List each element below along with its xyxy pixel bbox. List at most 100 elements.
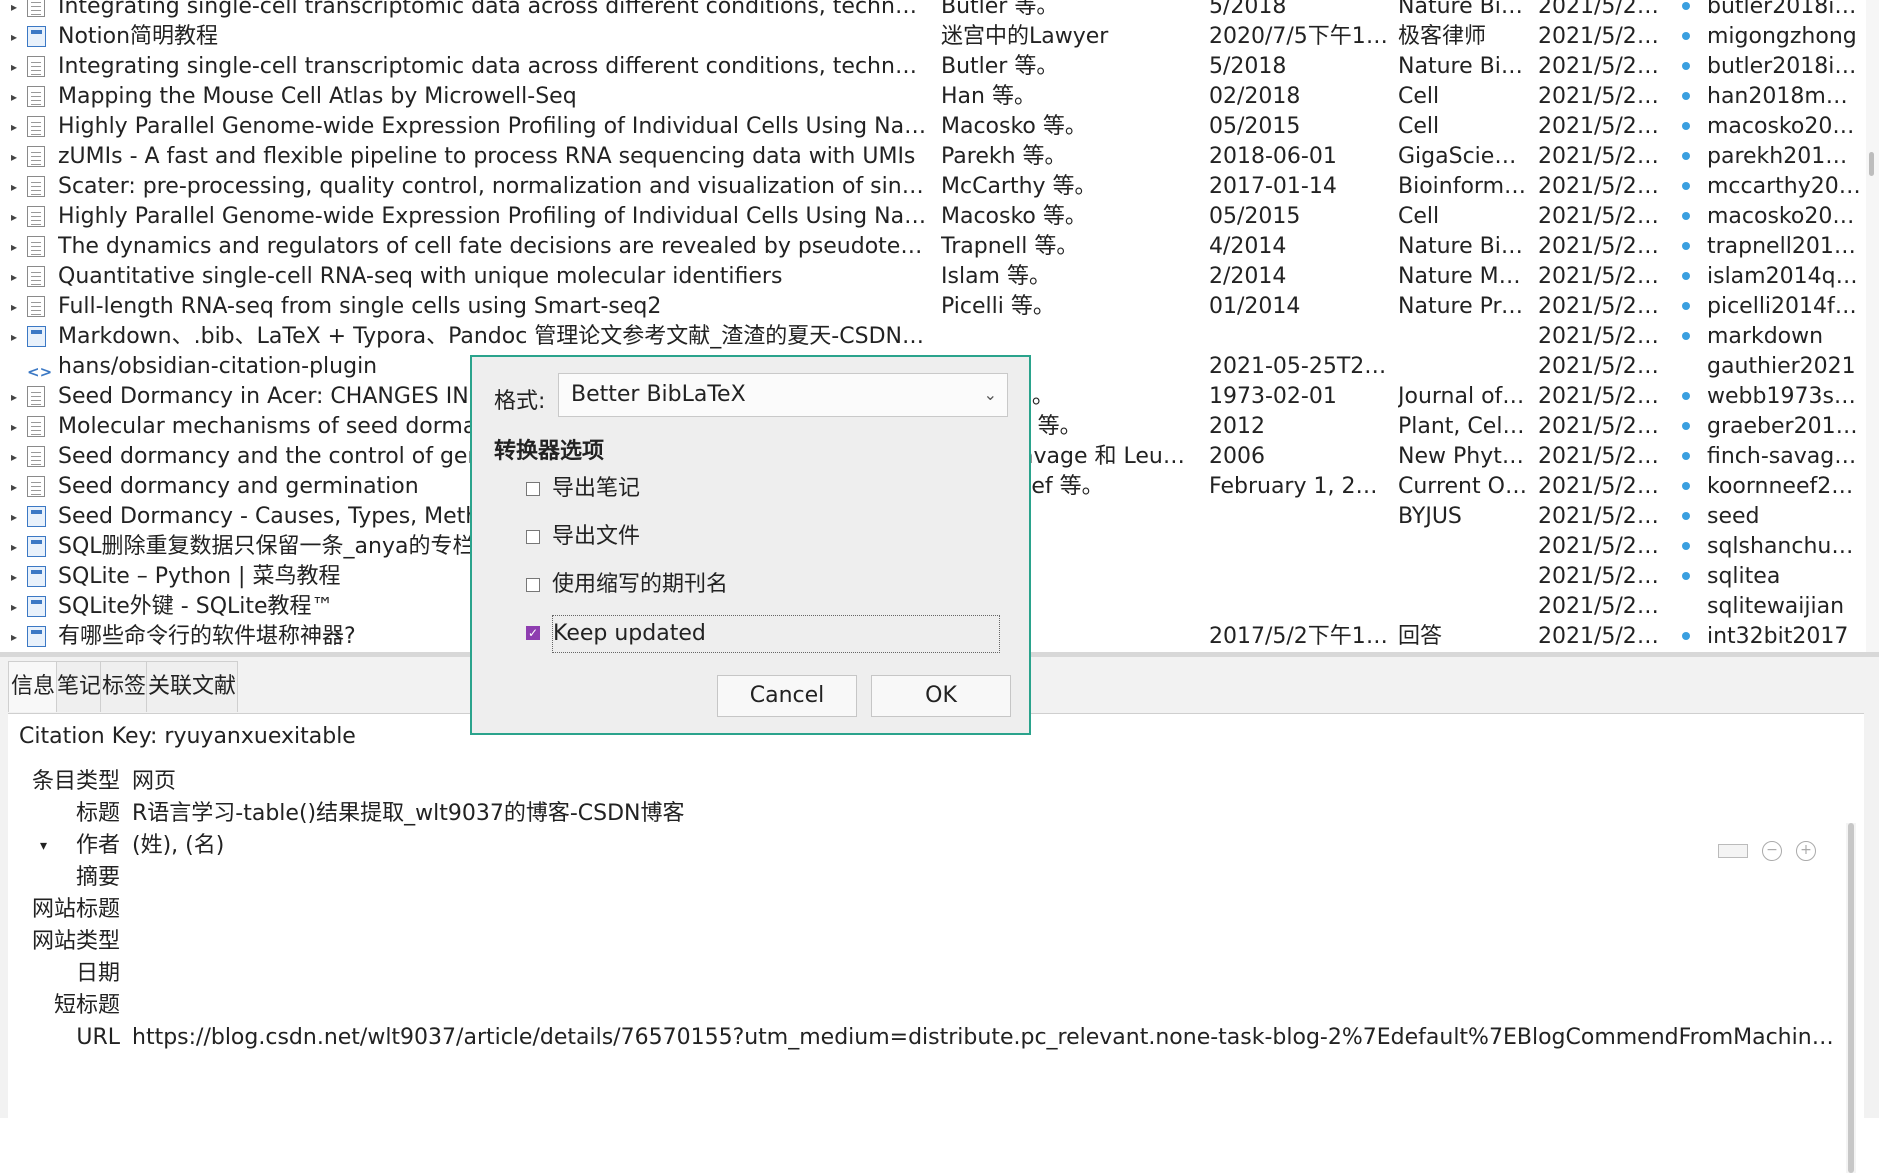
expand-twisty-icon[interactable]: ▸ — [11, 442, 17, 472]
expand-twisty-icon[interactable]: ▸ — [11, 292, 17, 322]
item-publication: Current Opinion in Plant Biology — [1398, 474, 1530, 499]
item-citation-key: picelli2014fulllength — [1707, 294, 1861, 319]
expand-twisty-icon[interactable]: ▸ — [11, 562, 17, 592]
tab-related[interactable]: 关联文献 — [146, 661, 238, 712]
item-row[interactable]: ▸ Integrating single-cell transcriptomic … — [0, 52, 1866, 82]
item-date-added: 2021/5/24 下午 — [1538, 414, 1670, 439]
item-row[interactable]: ▸ Highly Parallel Genome-wide Expression … — [0, 202, 1866, 232]
webpage-icon — [27, 626, 49, 648]
expand-twisty-icon[interactable]: ▸ — [11, 112, 17, 142]
scrollbar-thumb[interactable] — [1869, 152, 1874, 176]
item-publication: Nature Protocols — [1398, 294, 1530, 319]
item-row[interactable]: ▸ Integrating single-cell transcriptomic … — [0, 0, 1866, 22]
field-value[interactable]: R语言学习-table()结果提取_wlt9037的博客-CSDN博客 — [132, 797, 1838, 831]
option-checkbox[interactable] — [526, 578, 540, 592]
item-title: Integrating single-cell transcriptomic d… — [58, 0, 928, 19]
sync-status-icon — [1682, 542, 1690, 550]
format-select-value: Better BibLaTeX — [571, 382, 746, 407]
item-citation-key: butler2018integrating — [1707, 54, 1861, 79]
option-checkbox[interactable] — [526, 482, 540, 496]
scrollbar-thumb[interactable] — [1848, 823, 1854, 1173]
document-icon — [27, 206, 49, 228]
item-title: Notion简明教程 — [58, 24, 219, 49]
field-label: 网站标题 — [31, 897, 120, 922]
expand-twisty-icon[interactable]: ▸ — [11, 262, 17, 292]
item-date: 05/2015 — [1209, 114, 1301, 139]
item-row[interactable]: ▸ Mapping the Mouse Cell Atlas by Microwe… — [0, 82, 1866, 112]
expand-twisty-icon[interactable]: ▸ — [11, 532, 17, 562]
info-panel: Citation Key: ryuyanxuexitable 条目类型 网页 标题 R… — [8, 713, 1864, 1173]
expand-twisty-icon[interactable]: ▸ — [11, 172, 17, 202]
expand-twisty-icon[interactable]: ▸ — [11, 52, 17, 82]
item-creator: Macosko 等。 — [941, 204, 1087, 229]
expand-twisty-icon[interactable]: ▸ — [11, 502, 17, 532]
cancel-button[interactable]: Cancel — [717, 675, 857, 717]
ok-button[interactable]: OK — [871, 675, 1011, 717]
item-date: 1973-02-01 — [1209, 384, 1337, 409]
sync-status-icon — [1682, 392, 1690, 400]
option-2[interactable]: 使用缩写的期刊名 — [526, 567, 986, 603]
tab-notes[interactable]: 笔记 — [56, 661, 102, 712]
option-1[interactable]: 导出文件 — [526, 519, 986, 555]
sync-status-icon — [1682, 512, 1690, 520]
item-row[interactable]: ▸ Full-length RNA-seq from single cells u… — [0, 292, 1866, 322]
format-select[interactable]: Better BibLaTeX ⌄ — [558, 373, 1008, 417]
expand-twisty-icon[interactable]: ▸ — [11, 232, 17, 262]
expand-twisty-icon[interactable]: ▸ — [11, 382, 17, 412]
tab-info[interactable]: 信息 — [8, 661, 58, 712]
item-date-added: 2021/5/20 下午 — [1538, 534, 1670, 559]
field-label: URL — [76, 1025, 120, 1050]
info-panel-scrollbar[interactable] — [1846, 823, 1856, 1173]
item-row[interactable]: ▸ Notion简明教程 迷宫中的Lawyer 2020/7/5下午1:… 极客律师 20… — [0, 22, 1866, 52]
field-row: 条目类型 网页 — [8, 765, 1838, 799]
expand-twisty-icon[interactable]: ▸ — [11, 142, 17, 172]
item-row[interactable]: ▸ Markdown、.bib、LaTeX + Typora、Pandoc 管理论… — [0, 322, 1866, 352]
expand-twisty-icon[interactable]: ▸ — [11, 322, 17, 352]
expand-twisty-icon[interactable]: ▸ — [11, 82, 17, 112]
item-date-added: 2021/5/26 下午 — [1538, 204, 1670, 229]
creator-expand-icon[interactable]: ▾ — [40, 829, 47, 863]
tab-tags[interactable]: 标签 — [100, 661, 148, 712]
item-row[interactable]: ▸ zUMIs - A fast and flexible pipeline to… — [0, 142, 1866, 172]
sync-status-icon — [1682, 302, 1690, 310]
option-checkbox[interactable]: ✓ — [526, 626, 540, 640]
item-row[interactable]: ▸ Highly Parallel Genome-wide Expression … — [0, 112, 1866, 142]
item-creator: Macosko 等。 — [941, 114, 1087, 139]
remove-creator-icon[interactable]: − — [1762, 841, 1782, 861]
expand-twisty-icon[interactable]: ▸ — [11, 202, 17, 232]
item-publication: 极客律师 — [1398, 24, 1487, 49]
item-row[interactable]: ▸ The dynamics and regulators of cell fat… — [0, 232, 1866, 262]
field-value[interactable]: (姓), (名) — [132, 829, 1838, 863]
add-creator-icon[interactable]: + — [1796, 841, 1816, 861]
expand-twisty-icon[interactable]: ▸ — [11, 592, 17, 622]
item-citation-key: int32bit2017 — [1707, 624, 1849, 649]
citation-key-value[interactable]: ryuyanxuexitable — [164, 724, 355, 749]
item-citation-key: koornneef2002seed — [1707, 474, 1861, 499]
item-date-added: 2021/5/26 下午 — [1538, 174, 1670, 199]
item-row[interactable]: ▸ Quantitative single-cell RNA-seq with u… — [0, 262, 1866, 292]
option-checkbox[interactable] — [526, 530, 540, 544]
field-row: 短标题 — [8, 989, 1838, 1023]
sync-status-icon — [1682, 32, 1690, 40]
export-dialog: 格式: Better BibLaTeX ⌄ 转换器选项 导出笔记 导出文件 使用缩写… — [470, 355, 1031, 735]
item-date: 2018-06-01 — [1209, 144, 1337, 169]
option-0[interactable]: 导出笔记 — [526, 471, 986, 507]
expand-twisty-icon[interactable]: ▸ — [11, 22, 17, 52]
item-date-added: 2021/5/26 下午 — [1538, 114, 1670, 139]
expand-twisty-icon[interactable]: ▸ — [11, 412, 17, 442]
expand-twisty-icon[interactable]: ▸ — [11, 622, 17, 652]
field-value[interactable]: 网页 — [132, 765, 1838, 799]
expand-twisty-icon[interactable]: ▸ — [11, 0, 17, 22]
field-value[interactable]: https://blog.csdn.net/wlt9037/article/de… — [132, 1021, 1838, 1055]
option-3[interactable]: ✓ Keep updated — [526, 615, 1000, 653]
items-list-scrollbar[interactable] — [1866, 0, 1879, 652]
field-row: 日期 — [8, 957, 1838, 991]
item-title: zUMIs - A fast and flexible pipeline to … — [58, 144, 916, 169]
item-publication: Nature Biotechnology — [1398, 54, 1530, 79]
expand-twisty-icon[interactable]: ▸ — [11, 472, 17, 502]
document-icon — [27, 116, 49, 138]
item-creator: Picelli 等。 — [941, 294, 1055, 319]
item-row[interactable]: ▸ Scater: pre-processing, quality control… — [0, 172, 1866, 202]
item-date: 5/2018 — [1209, 0, 1287, 19]
switch-field-mode-icon[interactable] — [1718, 844, 1748, 858]
